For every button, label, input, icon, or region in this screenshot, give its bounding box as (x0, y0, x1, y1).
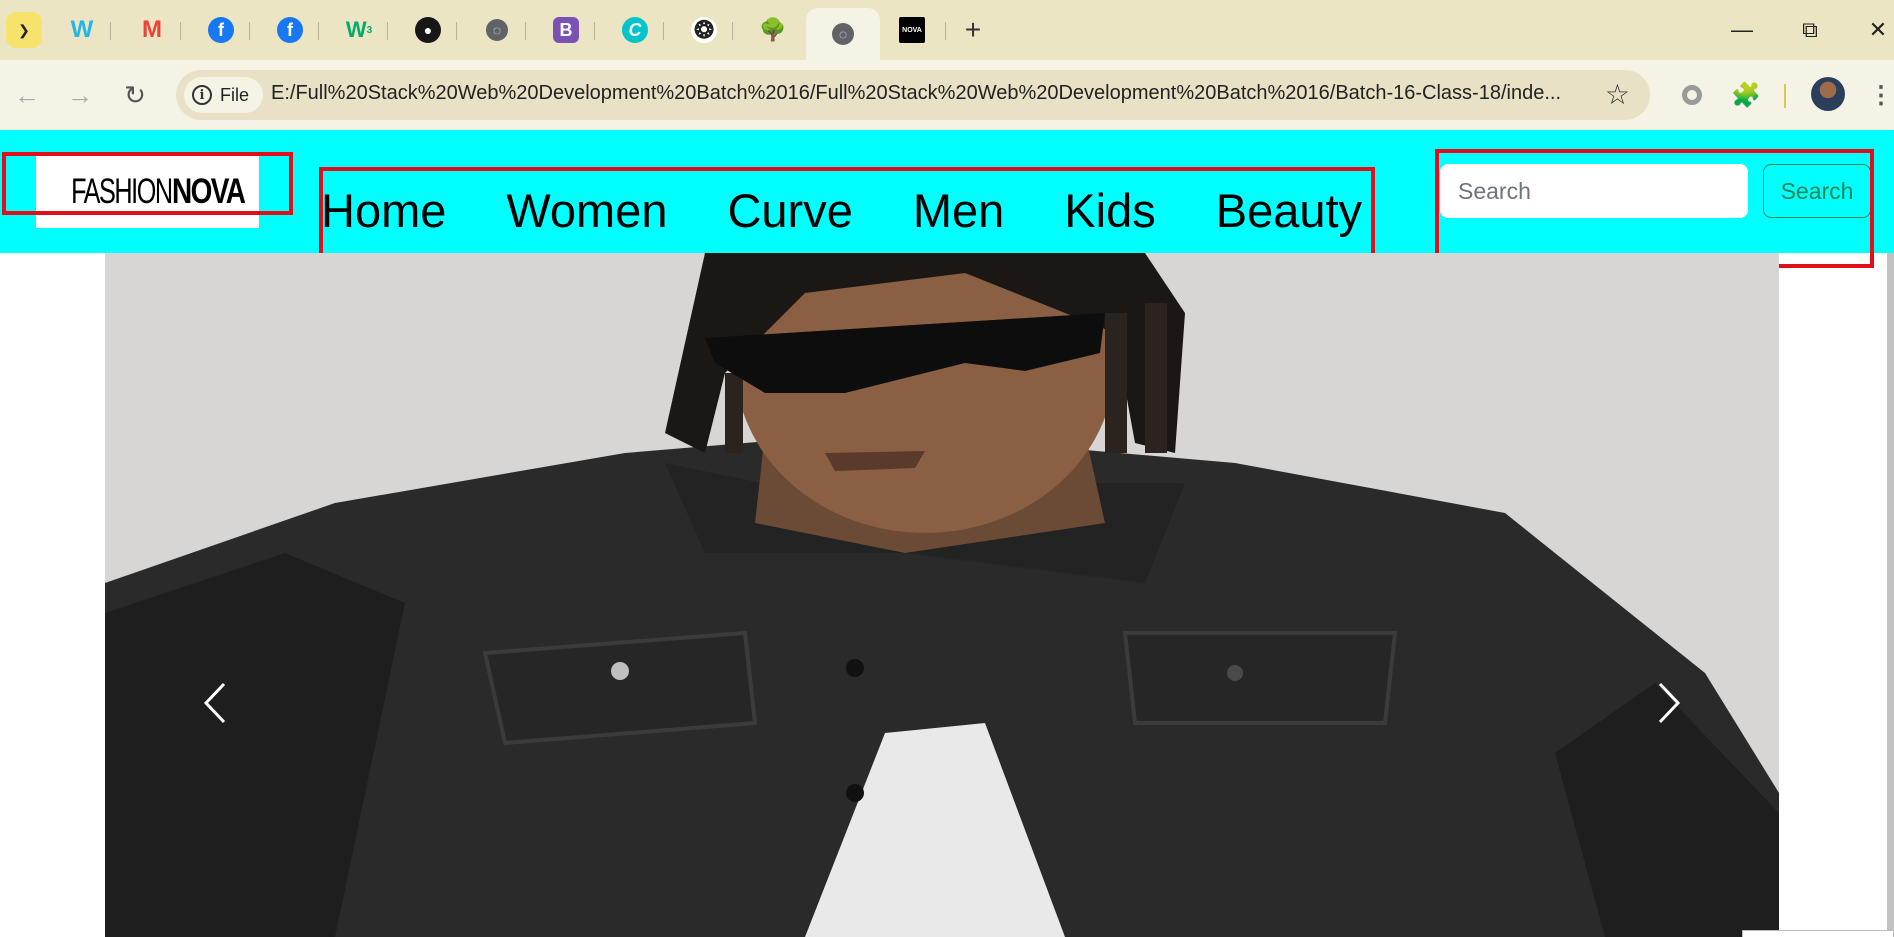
tab-separator (594, 22, 595, 40)
tab-strip: ❯ W M f f W3 ● ◌ B C ❂ 🌳 ◌ NOVA + — ⧉ ✕ (0, 0, 1894, 60)
toolbar-separator (1784, 84, 1786, 108)
url-text[interactable]: E:/Full%20Stack%20Web%20Development%20Ba… (271, 82, 1571, 105)
arrow-right-icon: → (67, 79, 93, 110)
arrow-left-icon: ← (14, 79, 40, 110)
reload-icon: ↻ (124, 79, 146, 110)
tab-separator (180, 22, 181, 40)
extension-circle-icon[interactable] (1673, 76, 1711, 114)
tab-facebook[interactable]: f (266, 12, 314, 48)
profile-avatar[interactable] (1811, 77, 1845, 111)
new-tab-button[interactable]: + (957, 14, 989, 46)
facebook-icon: f (277, 17, 303, 43)
minimize-button[interactable]: — (1720, 12, 1764, 48)
tab-separator (387, 22, 388, 40)
tab-gmail[interactable]: M (128, 12, 176, 48)
tab-w[interactable]: W (58, 12, 106, 48)
tab-globe[interactable]: ◌ (473, 12, 521, 48)
tab-search-button[interactable]: ❯ (6, 12, 42, 48)
tab-fashion-nova[interactable]: NOVA (888, 12, 936, 48)
tab-separator (456, 22, 457, 40)
chevron-right-icon (1658, 682, 1681, 724)
page-scrollbar[interactable] (1887, 253, 1894, 933)
tab-separator (663, 22, 664, 40)
info-icon: i (192, 85, 212, 105)
annotation-logo-box (2, 152, 293, 215)
github-icon: ● (415, 17, 441, 43)
plus-icon: + (964, 14, 982, 45)
extensions-puzzle-icon[interactable]: 🧩 (1727, 76, 1765, 114)
carousel-next-button[interactable] (1639, 663, 1699, 743)
globe-icon: ◌ (832, 23, 854, 45)
bookmark-star-icon[interactable]: ☆ (1605, 78, 1630, 111)
tab-separator (732, 22, 733, 40)
tab-facebook[interactable]: f (197, 12, 245, 48)
w-logo-icon: W (70, 16, 94, 43)
reload-button[interactable]: ↻ (116, 76, 154, 114)
bootstrap-icon: B (553, 17, 579, 43)
address-bar[interactable]: i File E:/Full%20Stack%20Web%20Developme… (176, 70, 1650, 120)
close-icon: ✕ (1868, 17, 1888, 42)
restore-icon: ⧉ (1802, 17, 1818, 42)
site-info-label: File (220, 84, 250, 105)
fashion-nova-icon: NOVA (899, 17, 925, 43)
hero-model-image (105, 253, 1779, 937)
canva-icon: C (622, 17, 648, 43)
tab-separator (249, 22, 250, 40)
restore-button[interactable]: ⧉ (1788, 12, 1832, 48)
more-menu-icon[interactable]: ⋮ (1862, 76, 1894, 114)
tab-separator (945, 22, 946, 40)
tab-tree[interactable]: 🌳 (749, 12, 797, 48)
close-window-button[interactable]: ✕ (1856, 12, 1894, 48)
w3schools-icon: W3 (345, 17, 373, 42)
gmail-icon: M (142, 16, 162, 43)
chatgpt-icon: ❂ (691, 17, 717, 44)
browser-toolbar: ← → ↻ i File E:/Full%20Stack%20Web%20Dev… (0, 60, 1894, 130)
chevron-down-icon: ❯ (18, 21, 30, 38)
hero-carousel (105, 253, 1779, 937)
minimize-icon: — (1731, 17, 1753, 42)
globe-icon: ◌ (486, 19, 508, 41)
annotation-search-box (1435, 149, 1874, 268)
tree-icon: 🌳 (759, 17, 787, 42)
tab-separator (525, 22, 526, 40)
site-info-chip[interactable]: i File (184, 77, 264, 113)
tab-bootstrap[interactable]: B (542, 12, 590, 48)
tab-github[interactable]: ● (404, 12, 452, 48)
tab-canva[interactable]: C (611, 12, 659, 48)
forward-button[interactable]: → (61, 76, 99, 114)
carousel-prev-button[interactable] (185, 663, 245, 743)
tab-w3schools[interactable]: W3 (335, 12, 383, 48)
chevron-left-icon (203, 682, 226, 724)
status-corner (1742, 930, 1894, 937)
facebook-icon: f (208, 17, 234, 43)
tab-separator (318, 22, 319, 40)
back-button[interactable]: ← (8, 76, 46, 114)
tab-separator (110, 22, 111, 40)
tab-chatgpt[interactable]: ❂ (680, 12, 728, 48)
tab-active-globe[interactable]: ◌ (806, 8, 880, 60)
